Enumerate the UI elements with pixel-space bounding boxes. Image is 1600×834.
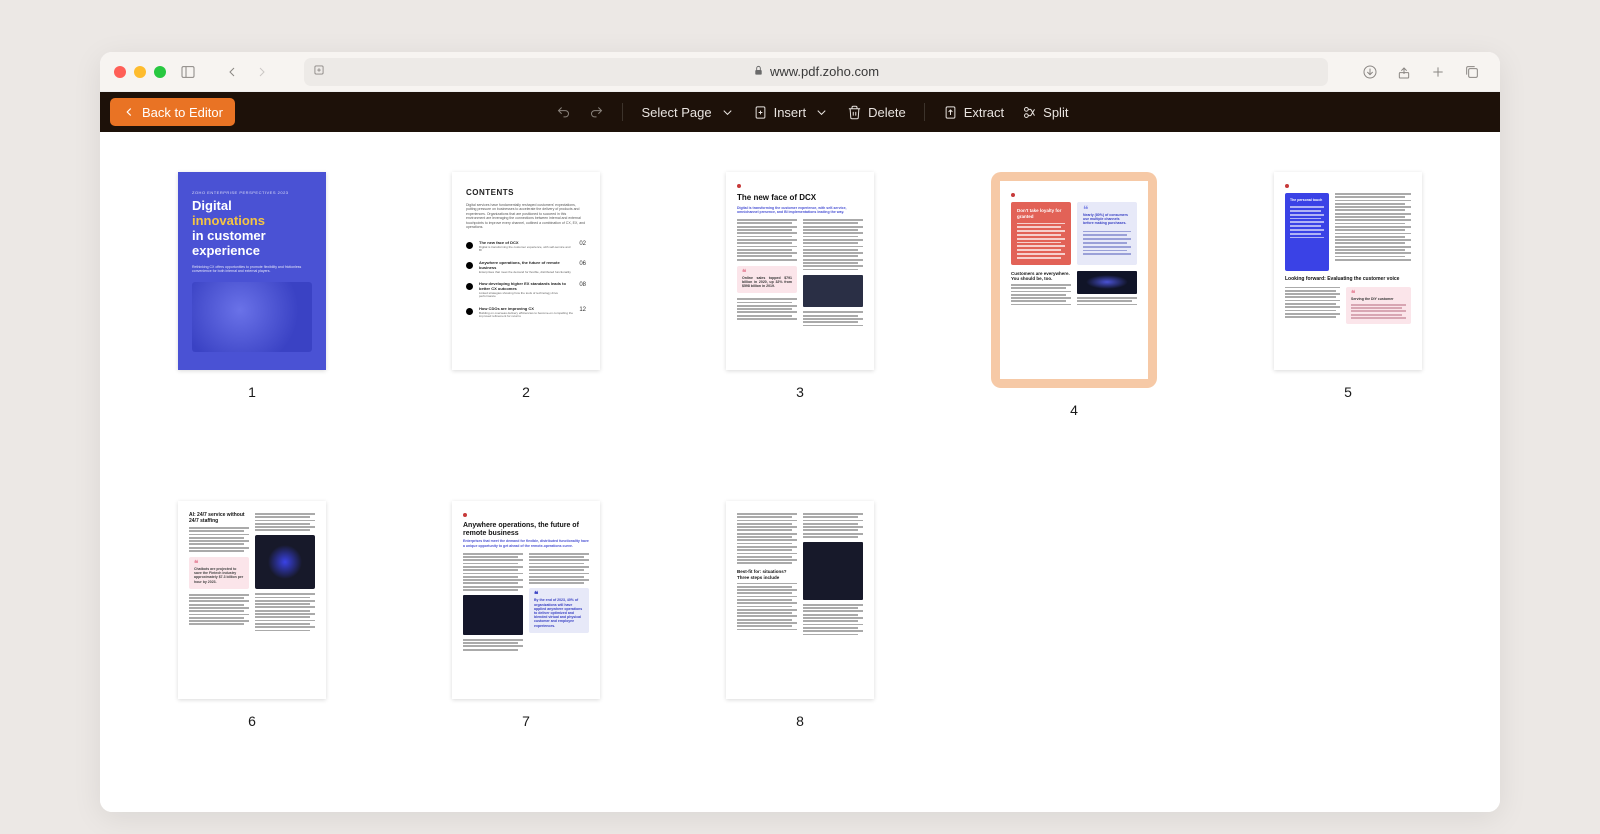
- chevron-down-icon: [720, 105, 735, 120]
- separator: [924, 103, 925, 121]
- page-selected-highlight: Don't take loyalty for granted ❝ Nearly …: [991, 172, 1157, 388]
- p7-lede: Enterprises that meet the demand for fle…: [463, 539, 589, 547]
- tab-overview-icon[interactable]: [1458, 58, 1486, 86]
- downloads-icon[interactable]: [1356, 58, 1384, 86]
- page-number: 3: [796, 384, 804, 400]
- page-thumb-5[interactable]: The personal touch Looking forward: Eval…: [1274, 172, 1422, 370]
- insert-label: Insert: [774, 105, 807, 120]
- page-thumb-1[interactable]: ZOHO ENTERPRISE PERSPECTIVES 2023 Digita…: [178, 172, 326, 370]
- split-button[interactable]: Split: [1022, 105, 1068, 120]
- p8-image: [803, 542, 863, 600]
- site-settings-icon[interactable]: [312, 63, 326, 80]
- new-tab-icon[interactable]: [1424, 58, 1452, 86]
- page-cell-8: Best-fit for: situations? Three steps in…: [708, 501, 892, 772]
- url-text: www.pdf.zoho.com: [770, 64, 879, 79]
- nav-group: [218, 58, 276, 86]
- undo-button[interactable]: [556, 105, 571, 120]
- back-button[interactable]: [218, 58, 246, 86]
- sidebar-toggle-button[interactable]: [174, 58, 202, 86]
- p3-image: [803, 275, 863, 307]
- p7-image: [463, 595, 523, 635]
- lock-icon: [753, 64, 764, 79]
- browser-right-actions: [1356, 58, 1486, 86]
- p4-image: [1077, 271, 1137, 294]
- select-page-label: Select Page: [641, 105, 711, 120]
- p4-red-title: Don't take loyalty for granted: [1017, 208, 1065, 220]
- contents-heading: CONTENTS: [466, 188, 586, 197]
- p5-heading: Looking forward: Evaluating the customer…: [1285, 277, 1411, 283]
- page-number: 6: [248, 713, 256, 729]
- redo-button[interactable]: [589, 105, 604, 120]
- insert-icon: [753, 105, 768, 120]
- delete-button[interactable]: Delete: [847, 105, 906, 120]
- p7-title: Anywhere operations, the future of remot…: [463, 522, 589, 537]
- p6-title: AI: 24/7 service without 24/7 staffing: [189, 513, 249, 524]
- page-grid: ZOHO ENTERPRISE PERSPECTIVES 2023 Digita…: [100, 132, 1500, 812]
- trash-icon: [847, 105, 862, 120]
- page-cell-1: ZOHO ENTERPRISE PERSPECTIVES 2023 Digita…: [160, 172, 344, 461]
- contents-intro: Digital services have fundamentally resh…: [466, 203, 586, 231]
- page-thumb-6[interactable]: AI: 24/7 service without 24/7 staffing ❝…: [178, 501, 326, 699]
- delete-label: Delete: [868, 105, 906, 120]
- page-thumb-2[interactable]: CONTENTS Digital services have fundament…: [452, 172, 600, 370]
- page-number: 1: [248, 384, 256, 400]
- toolbar-center: Select Page Insert Delete Extract Split: [247, 103, 1378, 121]
- page-cell-7: Anywhere operations, the future of remot…: [434, 501, 618, 772]
- page-cell-5: The personal touch Looking forward: Eval…: [1256, 172, 1440, 461]
- page-thumb-4[interactable]: Don't take loyalty for granted ❝ Nearly …: [1000, 181, 1148, 379]
- page-thumb-7[interactable]: Anywhere operations, the future of remot…: [452, 501, 600, 699]
- page-number: 5: [1344, 384, 1352, 400]
- browser-window: www.pdf.zoho.com Back to Editor: [100, 52, 1500, 812]
- back-to-editor-label: Back to Editor: [142, 105, 223, 120]
- p8-heading: Best-fit for: situations? Three steps in…: [737, 569, 797, 580]
- share-icon[interactable]: [1390, 58, 1418, 86]
- traffic-lights: [114, 66, 166, 78]
- page-cell-4: Don't take loyalty for granted ❝ Nearly …: [982, 172, 1166, 461]
- page-number: 8: [796, 713, 804, 729]
- p3-lede: Digital is transforming the customer exp…: [737, 206, 863, 214]
- extract-icon: [943, 105, 958, 120]
- separator: [622, 103, 623, 121]
- p4-blue-quote: Nearly (80%) of consumers use multiple c…: [1083, 213, 1131, 226]
- page-cell-6: AI: 24/7 service without 24/7 staffing ❝…: [160, 501, 344, 772]
- p6-image: [255, 535, 315, 589]
- split-label: Split: [1043, 105, 1068, 120]
- cover-title: Digital innovations in customer experien…: [192, 199, 312, 259]
- chevron-down-icon: [814, 105, 829, 120]
- window-maximize-button[interactable]: [154, 66, 166, 78]
- split-icon: [1022, 105, 1037, 120]
- page-thumb-3[interactable]: The new face of DCX Digital is transform…: [726, 172, 874, 370]
- insert-dropdown[interactable]: Insert: [753, 105, 830, 120]
- browser-chrome: www.pdf.zoho.com: [100, 52, 1500, 92]
- page-thumb-8[interactable]: Best-fit for: situations? Three steps in…: [726, 501, 874, 699]
- extract-button[interactable]: Extract: [943, 105, 1004, 120]
- extract-label: Extract: [964, 105, 1004, 120]
- p4-below-title: Customers are everywhere. You should be,…: [1011, 271, 1071, 282]
- back-to-editor-button[interactable]: Back to Editor: [110, 98, 235, 126]
- cover-hero-image: [192, 282, 312, 352]
- p3-title: The new face of DCX: [737, 194, 863, 203]
- page-number: 7: [522, 713, 530, 729]
- window-close-button[interactable]: [114, 66, 126, 78]
- page-number: 2: [522, 384, 530, 400]
- url-bar[interactable]: www.pdf.zoho.com: [304, 58, 1328, 86]
- cover-sub: Rethinking CX offers opportunities to pr…: [192, 265, 312, 274]
- cover-tag: ZOHO ENTERPRISE PERSPECTIVES 2023: [192, 190, 312, 195]
- window-minimize-button[interactable]: [134, 66, 146, 78]
- page-number: 4: [1070, 402, 1078, 418]
- page-cell-2: CONTENTS Digital services have fundament…: [434, 172, 618, 461]
- app-toolbar: Back to Editor Select Page Insert Delete: [100, 92, 1500, 132]
- page-cell-3: The new face of DCX Digital is transform…: [708, 172, 892, 461]
- select-page-dropdown[interactable]: Select Page: [641, 105, 734, 120]
- forward-button[interactable]: [248, 58, 276, 86]
